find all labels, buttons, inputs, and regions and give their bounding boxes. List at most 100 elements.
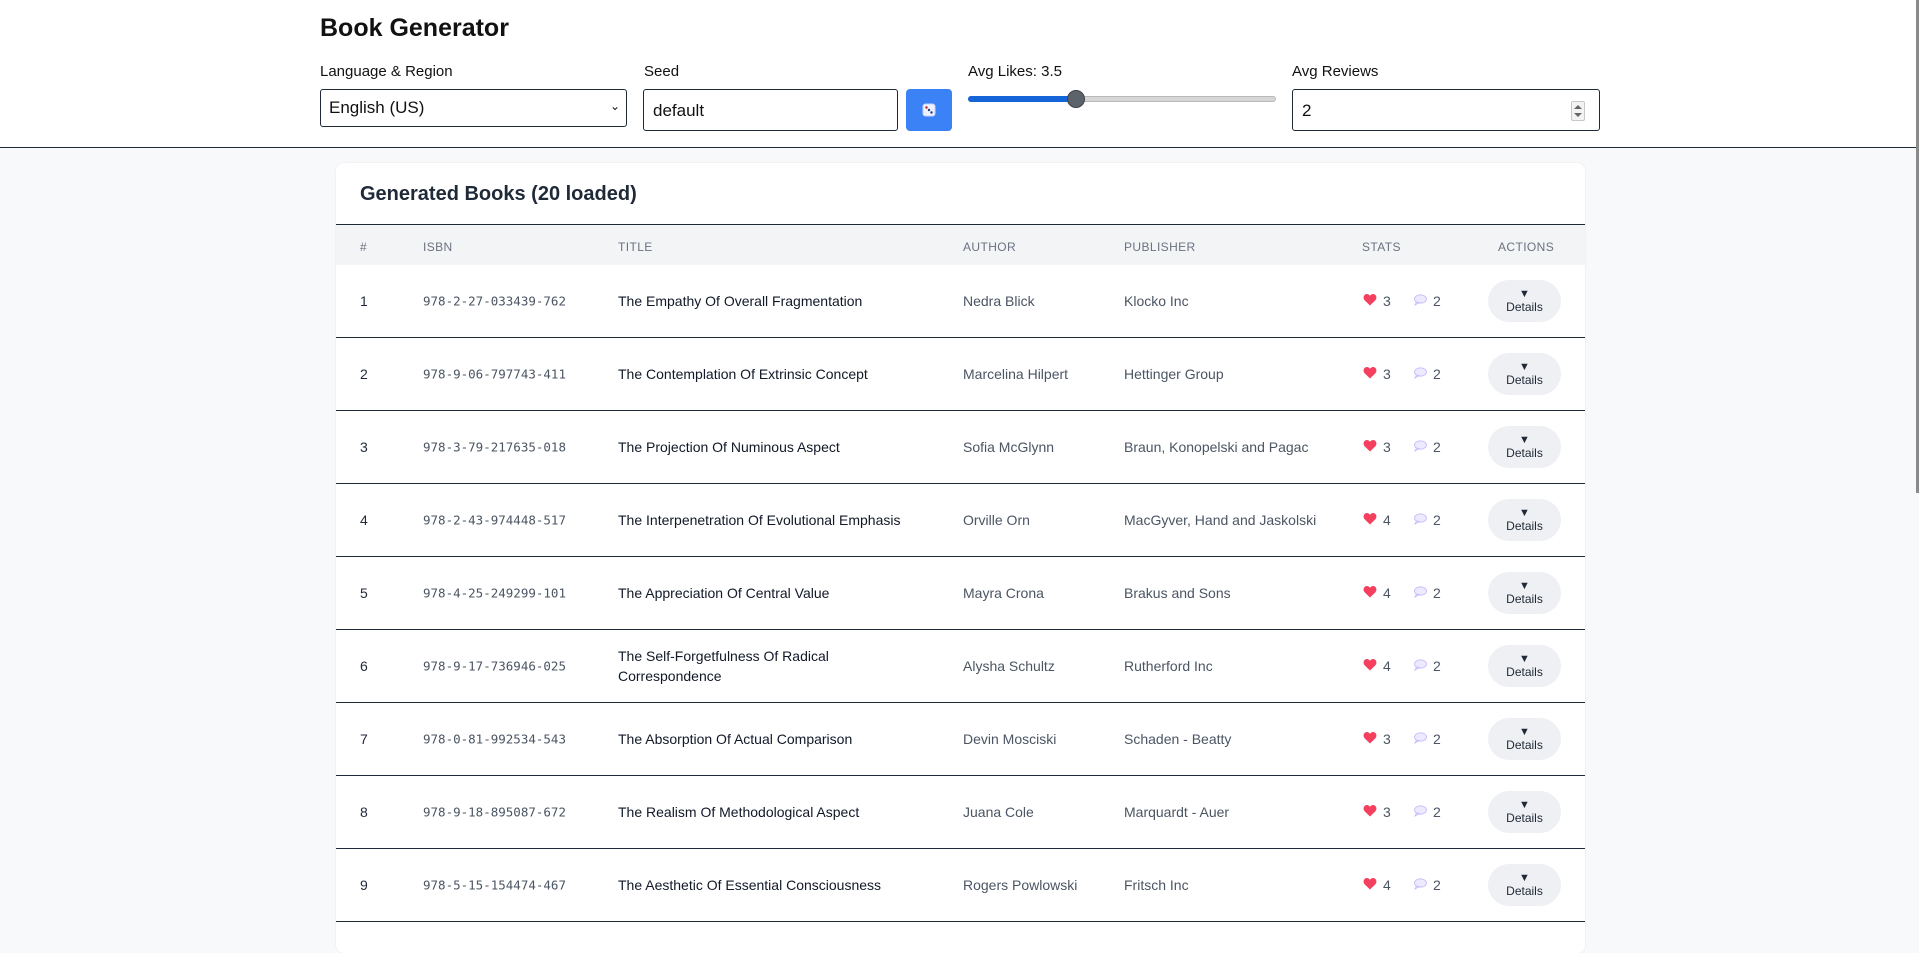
row-number: 3 xyxy=(360,439,368,455)
table-row: 2 978-9-06-797743-411 The Contemplation Of… xyxy=(336,338,1585,411)
row-number: 2 xyxy=(360,366,368,382)
heart-icon xyxy=(1363,877,1377,893)
likes-count: 3 xyxy=(1383,804,1391,820)
details-button[interactable]: ▼ Details xyxy=(1488,426,1561,468)
comment-icon xyxy=(1413,804,1427,820)
row-likes: 4 xyxy=(1363,877,1391,893)
row-isbn: 978-9-06-797743-411 xyxy=(423,366,566,382)
row-reviews: 2 xyxy=(1413,804,1441,820)
randomize-seed-button[interactable] xyxy=(906,89,952,131)
heart-icon xyxy=(1363,512,1377,528)
row-title: The Interpenetration Of Evolutional Emph… xyxy=(618,512,901,528)
row-reviews: 2 xyxy=(1413,877,1441,893)
avg-reviews-value: 2 xyxy=(1302,101,1312,120)
header-stats: STATS xyxy=(1362,240,1401,254)
heart-icon xyxy=(1363,731,1377,747)
table-row: 1 978-2-27-033439-762 The Empathy Of Overa… xyxy=(336,265,1585,338)
row-publisher: Marquardt - Auer xyxy=(1124,804,1230,820)
row-number: 6 xyxy=(360,658,368,674)
row-title: The Appreciation Of Central Value xyxy=(618,585,830,601)
reviews-count: 2 xyxy=(1433,366,1441,382)
details-label: Details xyxy=(1506,664,1543,679)
details-label: Details xyxy=(1506,299,1543,314)
row-isbn: 978-9-18-895087-672 xyxy=(423,804,566,820)
avg-likes-slider-thumb[interactable] xyxy=(1067,90,1085,108)
details-button[interactable]: ▼ Details xyxy=(1488,791,1561,833)
row-likes: 3 xyxy=(1363,366,1391,382)
row-number: 1 xyxy=(360,293,368,309)
table-title: Generated Books (20 loaded) xyxy=(360,183,637,205)
heart-icon xyxy=(1363,658,1377,674)
row-isbn: 978-2-27-033439-762 xyxy=(423,293,566,309)
heart-icon xyxy=(1363,293,1377,309)
top-toolbar xyxy=(0,0,1916,148)
details-label: Details xyxy=(1506,445,1543,460)
row-reviews: 2 xyxy=(1413,293,1441,309)
row-isbn: 978-9-17-736946-025 xyxy=(423,658,566,674)
row-author: Sofia McGlynn xyxy=(963,439,1055,455)
table-row: 8 978-9-18-895087-672 The Realism Of Metho… xyxy=(336,776,1585,849)
row-publisher: Schaden - Beatty xyxy=(1124,731,1232,747)
likes-count: 4 xyxy=(1383,512,1391,528)
triangle-down-icon: ▼ xyxy=(1519,579,1530,592)
dice-icon xyxy=(922,103,936,117)
row-likes: 4 xyxy=(1363,658,1391,674)
details-button[interactable]: ▼ Details xyxy=(1488,353,1561,395)
row-publisher: Hettinger Group xyxy=(1124,366,1224,382)
seed-input[interactable]: default xyxy=(643,89,898,131)
row-likes: 3 xyxy=(1363,731,1391,747)
table-row: 3 978-3-79-217635-018 The Projection Of Nu… xyxy=(336,411,1585,484)
language-value: English (US) xyxy=(329,98,425,117)
details-button[interactable]: ▼ Details xyxy=(1488,499,1561,541)
details-button[interactable]: ▼ Details xyxy=(1488,572,1561,614)
likes-count: 3 xyxy=(1383,293,1391,309)
row-reviews: 2 xyxy=(1413,366,1441,382)
triangle-down-icon: ▼ xyxy=(1519,798,1530,811)
comment-icon xyxy=(1413,439,1427,455)
details-label: Details xyxy=(1506,737,1543,752)
avg-likes-label: Avg Likes: 3.5 xyxy=(968,63,1062,80)
triangle-down-icon: ▼ xyxy=(1519,506,1530,519)
details-button[interactable]: ▼ Details xyxy=(1488,645,1561,687)
row-publisher: Rutherford Inc xyxy=(1124,658,1213,674)
details-label: Details xyxy=(1506,518,1543,533)
row-isbn: 978-2-43-974448-517 xyxy=(423,512,566,528)
triangle-down-icon: ▼ xyxy=(1519,287,1530,300)
comment-icon xyxy=(1413,877,1427,893)
details-button[interactable]: ▼ Details xyxy=(1488,280,1561,322)
reviews-count: 2 xyxy=(1433,293,1441,309)
avg-reviews-input[interactable]: 2 xyxy=(1292,89,1600,131)
row-number: 9 xyxy=(360,877,368,893)
number-stepper[interactable] xyxy=(1571,101,1585,121)
language-select[interactable]: English (US) ⌄ xyxy=(320,89,627,127)
row-title: The Projection Of Numinous Aspect xyxy=(618,439,840,455)
app-title: Book Generator xyxy=(320,14,509,42)
row-publisher: Brakus and Sons xyxy=(1124,585,1231,601)
row-author: Rogers Powlowski xyxy=(963,877,1078,893)
row-title: The Realism Of Methodological Aspect xyxy=(618,804,860,820)
reviews-count: 2 xyxy=(1433,439,1441,455)
details-label: Details xyxy=(1506,810,1543,825)
row-author: Nedra Blick xyxy=(963,293,1035,309)
row-author: Alysha Schultz xyxy=(963,658,1055,674)
heart-icon xyxy=(1363,439,1377,455)
avg-reviews-label: Avg Reviews xyxy=(1292,63,1379,80)
chevron-down-icon: ⌄ xyxy=(609,99,620,113)
details-button[interactable]: ▼ Details xyxy=(1488,864,1561,906)
table-row: 9 978-5-15-154474-467 The Aesthetic Of Ess… xyxy=(336,849,1585,922)
reviews-count: 2 xyxy=(1433,804,1441,820)
row-number: 7 xyxy=(360,731,368,747)
row-publisher: Fritsch Inc xyxy=(1124,877,1189,893)
row-author: Orville Orn xyxy=(963,512,1030,528)
heart-icon xyxy=(1363,585,1377,601)
table-row: 4 978-2-43-974448-517 The Interpenetration… xyxy=(336,484,1585,557)
details-label: Details xyxy=(1506,591,1543,606)
row-reviews: 2 xyxy=(1413,585,1441,601)
reviews-count: 2 xyxy=(1433,877,1441,893)
row-likes: 4 xyxy=(1363,585,1391,601)
triangle-down-icon: ▼ xyxy=(1519,871,1530,884)
details-button[interactable]: ▼ Details xyxy=(1488,718,1561,760)
table-row: 5 978-4-25-249299-101 The Appreciation Of … xyxy=(336,557,1585,630)
row-likes: 3 xyxy=(1363,804,1391,820)
row-likes: 3 xyxy=(1363,293,1391,309)
